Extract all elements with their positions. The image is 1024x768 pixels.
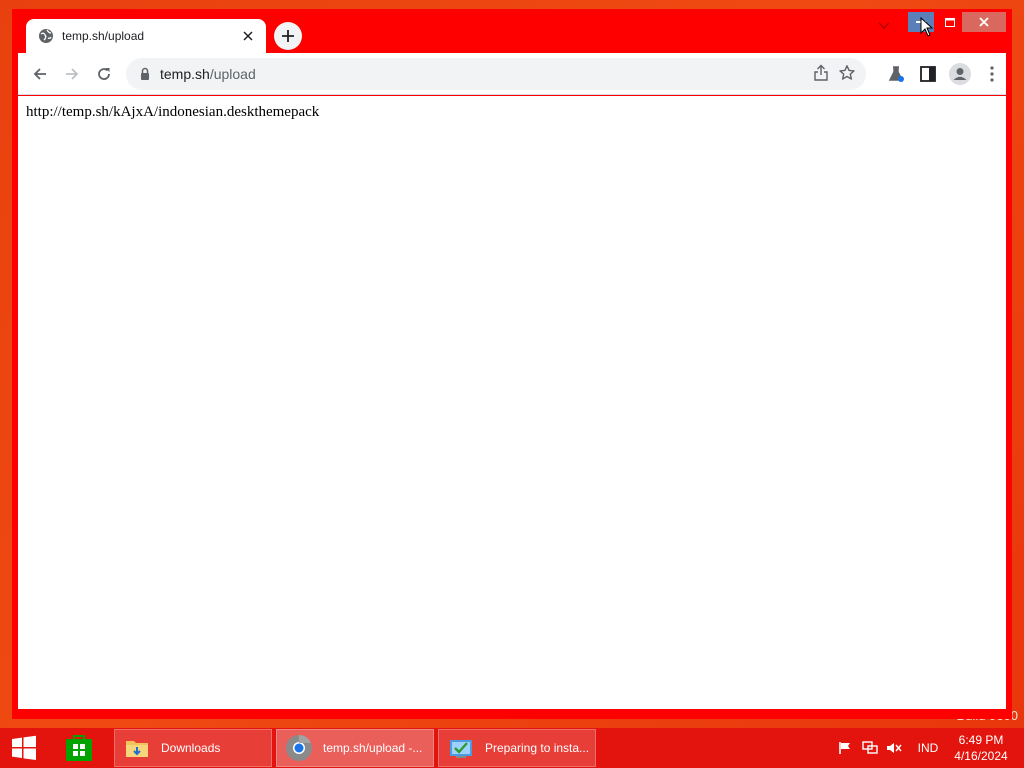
maximize-button[interactable] <box>940 12 960 32</box>
side-panel-icon[interactable] <box>912 58 944 90</box>
taskbar-clock[interactable]: 6:49 PM 4/16/2024 <box>948 732 1014 764</box>
upload-result-url: http://temp.sh/kAjxA/indonesian.deskthem… <box>26 104 320 120</box>
more-menu-icon[interactable] <box>976 58 1008 90</box>
globe-icon <box>38 28 54 44</box>
store-icon[interactable] <box>58 732 100 764</box>
tab-close-icon[interactable] <box>240 28 256 44</box>
page-content: http://temp.sh/kAjxA/indonesian.deskthem… <box>18 96 1006 709</box>
tab-title: temp.sh/upload <box>62 29 145 43</box>
close-window-button[interactable] <box>962 12 1006 32</box>
labs-flask-icon[interactable] <box>880 58 912 90</box>
installer-icon <box>447 734 475 762</box>
url-path: /upload <box>209 66 256 82</box>
new-tab-button[interactable] <box>274 22 302 50</box>
volume-muted-icon[interactable] <box>884 728 904 768</box>
folder-icon <box>123 734 151 762</box>
taskbar-item-downloads[interactable]: Downloads <box>114 729 272 767</box>
forward-button[interactable] <box>56 58 88 90</box>
address-url: temp.sh/upload <box>160 66 256 82</box>
tab-search-icon[interactable] <box>874 16 894 36</box>
tab-temp-sh-upload[interactable]: temp.sh/upload <box>26 19 266 53</box>
back-button[interactable] <box>24 58 56 90</box>
profile-avatar[interactable] <box>944 58 976 90</box>
address-bar[interactable]: temp.sh/upload <box>126 58 866 90</box>
start-button[interactable] <box>8 734 40 762</box>
network-icon[interactable] <box>860 728 880 768</box>
chrome-icon <box>285 734 313 762</box>
windows-logo-icon <box>12 735 36 760</box>
taskbar-item-label: temp.sh/upload -... <box>323 741 423 755</box>
mouse-cursor-icon <box>920 17 934 37</box>
taskbar-item-chrome[interactable]: temp.sh/upload -... <box>276 729 434 767</box>
taskbar-item-label: Downloads <box>161 741 221 755</box>
share-icon[interactable] <box>812 64 832 84</box>
reload-button[interactable] <box>88 58 120 90</box>
taskbar-item-label: Preparing to insta... <box>485 741 590 755</box>
input-language-indicator[interactable]: IND <box>912 728 944 768</box>
tab-strip: temp.sh/upload <box>12 9 1012 53</box>
taskbar-item-installer[interactable]: Preparing to insta... <box>438 729 596 767</box>
browser-toolbar: temp.sh/upload <box>18 53 1006 95</box>
browser-window: temp.sh/upload temp.sh/upload http://tem… <box>12 9 1012 719</box>
clock-time: 6:49 PM <box>958 733 1004 747</box>
lock-icon[interactable] <box>138 67 152 81</box>
taskbar: Downloads temp.sh/upload -... Preparing … <box>0 728 1024 768</box>
action-center-flag-icon[interactable] <box>836 728 854 768</box>
bookmark-star-icon[interactable] <box>838 64 858 84</box>
clock-date: 4/16/2024 <box>954 749 1008 763</box>
url-host: temp.sh <box>160 66 210 82</box>
